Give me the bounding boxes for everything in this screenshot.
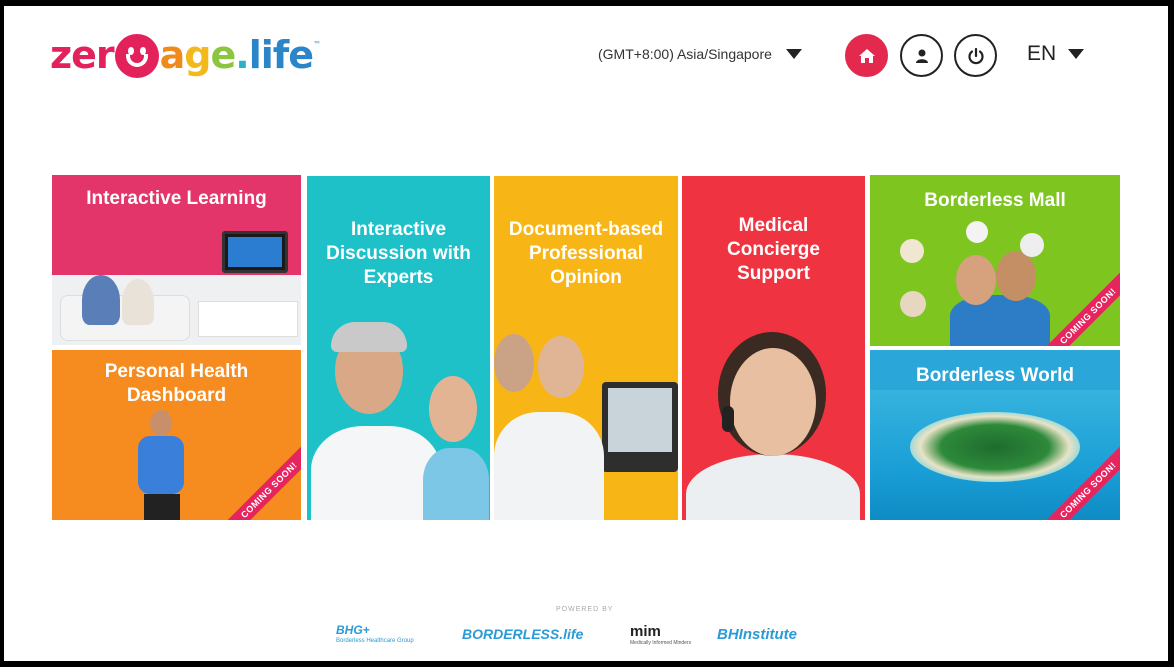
logo-text-zer: zer xyxy=(50,33,115,77)
bhg-logo[interactable]: BHG+ Borderless Healthcare Group xyxy=(336,623,414,644)
tile-title: Interactive Learning xyxy=(86,188,267,209)
logo-text-life: life xyxy=(248,33,314,77)
tile-title: Borderless World xyxy=(915,365,1075,386)
shoppers-illustration xyxy=(950,295,1050,346)
nurse-illustration xyxy=(423,448,489,520)
tile-interactive-learning[interactable]: Interactive Learning xyxy=(52,175,301,345)
timezone-label: (GMT+8:00) Asia/Singapore xyxy=(598,46,772,62)
tile-borderless-mall[interactable]: Borderless Mall COMING SOON! xyxy=(870,175,1120,346)
power-icon xyxy=(967,47,984,64)
couple-illustration-2 xyxy=(122,279,154,325)
logout-button[interactable] xyxy=(954,34,997,77)
tv-shelf xyxy=(198,301,298,337)
tile-title: Medical Concierge Support xyxy=(727,215,820,284)
zeroage-logo[interactable]: zer a g e. life ™ xyxy=(50,30,321,80)
tile-medical-concierge[interactable]: Medical Concierge Support xyxy=(682,176,865,520)
borderless-life-logo[interactable]: BORDERLESS.life xyxy=(462,626,583,642)
coming-soon-badge: COMING SOON! xyxy=(1039,267,1120,346)
tile-title: Borderless Mall xyxy=(924,190,1066,211)
smiley-face-icon xyxy=(114,34,159,78)
bhg-logo-subtitle: Borderless Healthcare Group xyxy=(336,638,414,644)
powered-by-label: POWERED BY xyxy=(556,606,614,613)
nurse-head xyxy=(429,376,477,442)
tile-borderless-world[interactable]: Borderless World COMING SOON! xyxy=(870,350,1120,520)
tile-title: Document-based Professional Opinion xyxy=(508,219,664,288)
tv-illustration xyxy=(222,231,288,273)
monitor-screen xyxy=(608,388,672,452)
concierge-illustration xyxy=(686,454,860,520)
language-label: EN xyxy=(1027,42,1057,65)
trademark: ™ xyxy=(313,40,321,49)
logo-text-g: g xyxy=(184,33,211,77)
headset-icon xyxy=(722,406,734,432)
bhinstitute-logo[interactable]: BHInstitute xyxy=(717,626,797,643)
logo-text-a: a xyxy=(159,33,186,77)
timezone-select[interactable]: (GMT+8:00) Asia/Singapore xyxy=(598,46,802,62)
concierge-head xyxy=(730,348,816,456)
logo-text-e: e xyxy=(210,33,237,77)
doctor-head xyxy=(538,336,584,398)
doctor-head-2 xyxy=(494,334,534,392)
shopper-head-2 xyxy=(996,251,1036,301)
product-circle xyxy=(900,239,924,263)
tile-title: Interactive Discussion with Experts xyxy=(326,219,471,288)
bhg-logo-text: BHG+ xyxy=(336,623,370,637)
couple-illustration xyxy=(82,275,120,325)
mim-logo-text: mim xyxy=(630,623,661,640)
coming-soon-badge: COMING SOON! xyxy=(220,441,301,520)
tile-document-opinion[interactable]: Document-based Professional Opinion xyxy=(494,176,678,520)
home-button[interactable] xyxy=(845,34,888,77)
doctor-hair xyxy=(331,322,407,352)
mim-logo[interactable]: mim Medically Informed Minders xyxy=(630,623,691,646)
logo-text-dot: . xyxy=(235,33,249,77)
island-illustration xyxy=(910,412,1080,482)
profile-button[interactable] xyxy=(900,34,943,77)
chevron-down-icon xyxy=(1068,49,1085,59)
product-circle xyxy=(1020,233,1044,257)
borderless-life-logo-text: BORDERLESS.life xyxy=(462,626,584,642)
tile-personal-health-dashboard[interactable]: Personal Health Dashboard COMING SOON! xyxy=(52,350,301,520)
language-select[interactable]: EN xyxy=(1027,42,1085,66)
user-icon xyxy=(915,49,928,63)
app-frame: zer a g e. life ™ (GMT+8:00) Asia/Singapore… xyxy=(4,6,1168,661)
chevron-down-icon xyxy=(785,49,802,59)
runner-illustration xyxy=(134,410,190,520)
tile-interactive-discussion[interactable]: Interactive Discussion with Experts xyxy=(307,176,490,520)
product-circle xyxy=(900,291,926,317)
doctors-illustration xyxy=(494,412,604,520)
product-circle xyxy=(966,221,988,243)
mim-logo-subtitle: Medically Informed Minders xyxy=(630,640,692,646)
bhinstitute-logo-text: BHInstitute xyxy=(717,626,797,643)
tile-title: Personal Health Dashboard xyxy=(104,361,249,406)
home-icon xyxy=(858,48,875,63)
doctor-illustration xyxy=(311,426,441,520)
shopper-head xyxy=(956,255,996,305)
